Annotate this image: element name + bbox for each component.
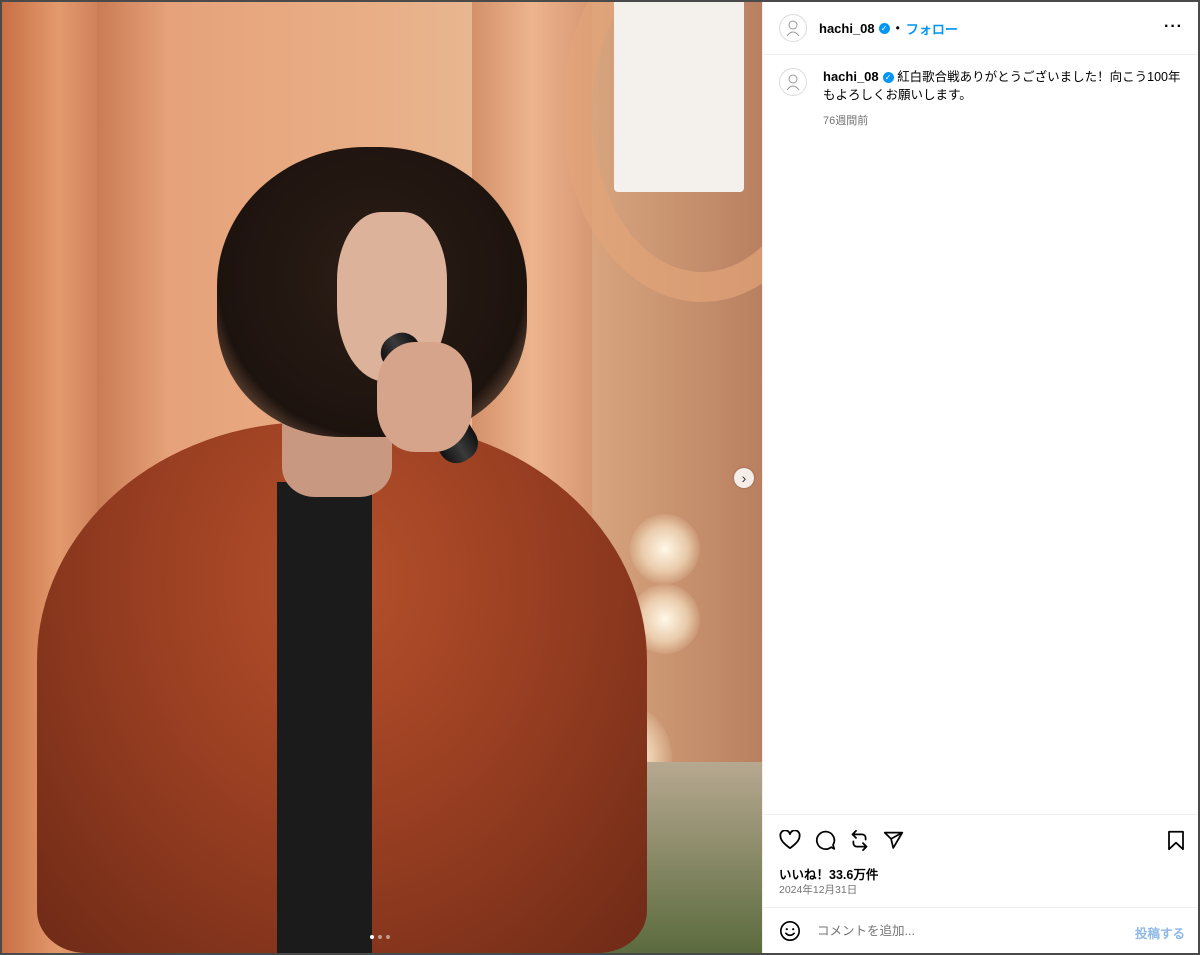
post-sidebar: hachi_08 ✓ • フォロー ··· hachi_08 ✓ 紅白歌合戦ありが… [762,2,1198,953]
post-photo: › [2,2,762,953]
light-glow [630,514,700,584]
likes-count[interactable]: いいね！33.6万件 [779,864,878,883]
caption: hachi_08 ✓ 紅白歌合戦ありがとうございました！向こう100年もよろしくお… [779,68,1183,130]
more-options-icon[interactable]: ··· [1164,18,1183,36]
comment-input[interactable] [815,923,1119,939]
action-bar [763,814,1198,855]
hand [377,342,472,452]
username-link[interactable]: hachi_08 [819,21,875,36]
post-comment-button[interactable]: 投稿する [1135,923,1185,942]
carousel-dot [386,935,390,939]
background-window [614,2,744,192]
separator: • [895,21,900,35]
caption-username[interactable]: hachi_08 [823,69,879,84]
avatar-icon[interactable] [779,68,807,96]
carousel-dots [370,935,390,939]
repost-icon[interactable] [849,830,870,851]
verified-badge-icon: ✓ [882,72,894,83]
avatar-icon[interactable] [779,14,807,42]
post-header: hachi_08 ✓ • フォロー ··· [763,2,1198,55]
post-date[interactable]: 2024年12月31日 [779,882,857,897]
black-shirt [277,482,372,953]
carousel-dot [378,935,382,939]
carousel-dot [370,935,374,939]
caption-body: hachi_08 ✓ 紅白歌合戦ありがとうございました！向こう100年もよろしくお… [823,68,1183,130]
verified-badge-icon: ✓ [878,22,890,34]
avatar-sketch-icon [786,20,800,37]
share-icon[interactable] [883,830,904,851]
caption-timestamp[interactable]: 76週間前 [823,112,1183,130]
instagram-post-dialog: › hachi_08 ✓ • フォロー ··· hachi_08 ✓ 紅白歌合戦… [2,2,1198,953]
follow-button[interactable]: フォロー [906,19,958,38]
comment-bar: 投稿する [763,907,1198,953]
emoji-icon[interactable] [779,920,801,942]
avatar-sketch-icon [786,74,800,91]
bookmark-icon[interactable] [1167,830,1185,851]
heart-icon[interactable] [779,830,801,850]
carousel-next-button[interactable]: › [734,468,754,488]
comment-icon[interactable] [815,830,836,851]
